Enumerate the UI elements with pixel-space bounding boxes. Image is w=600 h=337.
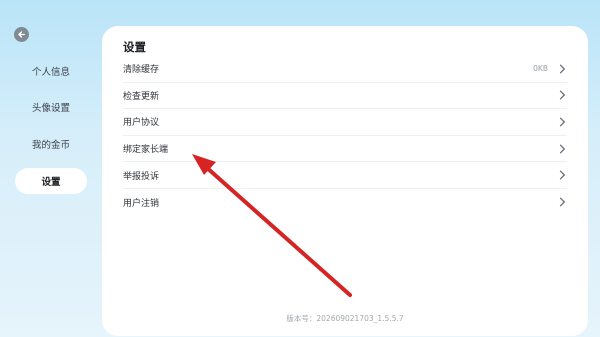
row-label: 绑定家长端 [123,145,169,156]
settings-row-clear-cache[interactable]: 清除缓存 0KB [123,56,567,83]
settings-row-user-agreement[interactable]: 用户协议 [123,109,567,136]
row-label: 清除缓存 [123,65,160,76]
settings-row-bind-parent[interactable]: 绑定家长端 [123,136,567,163]
row-label: 举报投诉 [123,171,160,182]
row-label: 检查更新 [123,91,160,102]
row-label: 用户注销 [123,198,160,209]
version-label: 版本号：202609021703_1.5.5.7 [286,314,404,323]
sidebar-item-label: 设置 [41,177,61,188]
settings-row-report[interactable]: 举报投诉 [123,162,567,189]
sidebar-item-label: 头像设置 [31,103,70,114]
chevron-right-icon [557,170,567,180]
settings-panel: 设置 清除缓存 0KB 检查更新 用户协议 绑定家长端 举报投诉 用户注销 版本… [102,26,588,336]
sidebar: 个人信息 头像设置 我的金币 设置 [0,0,102,337]
settings-row-deactivate[interactable]: 用户注销 [123,189,567,216]
chevron-right-icon [557,64,567,74]
settings-list: 清除缓存 0KB 检查更新 用户协议 绑定家长端 举报投诉 用户注销 [123,56,567,216]
page-title: 设置 [123,40,146,54]
settings-row-check-update[interactable]: 检查更新 [123,83,567,110]
sidebar-item-avatar[interactable]: 头像设置 [15,94,87,120]
sidebar-item-label: 个人信息 [31,67,70,78]
chevron-right-icon [557,144,567,154]
sidebar-item-profile[interactable]: 个人信息 [15,58,87,84]
cache-size-value: 0KB [533,64,548,74]
sidebar-item-settings[interactable]: 设置 [15,168,87,194]
chevron-right-icon [557,197,567,207]
chevron-right-icon [557,90,567,100]
sidebar-item-coins[interactable]: 我的金币 [15,131,87,157]
sidebar-item-label: 我的金币 [31,140,70,151]
chevron-right-icon [557,117,567,127]
row-label: 用户协议 [123,118,160,129]
